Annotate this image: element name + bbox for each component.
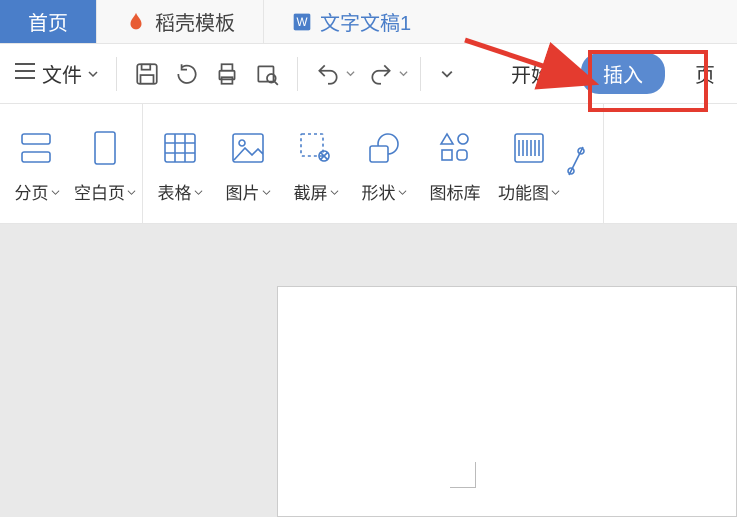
blank-page-label: 空白页	[74, 179, 125, 204]
hamburger-icon	[14, 62, 36, 85]
blank-page-icon	[85, 123, 125, 173]
icon-library-label: 图标库	[430, 179, 481, 204]
page-margin-marker	[450, 462, 476, 488]
ribbon-tab-insert[interactable]: 插入	[581, 53, 665, 94]
smart-art-button[interactable]: 功能图	[495, 108, 563, 219]
ribbon-group-illustrations: 表格 图片 截屏 形状 图标库	[143, 104, 604, 223]
chevron-down-icon	[551, 182, 560, 202]
file-menu-label: 文件	[42, 59, 82, 88]
chevron-down-icon	[51, 182, 60, 202]
document-tab-bar: 首页 稻壳模板 W 文字文稿1	[0, 0, 737, 44]
page-break-button[interactable]: 分页	[6, 108, 68, 219]
smart-art-icon	[509, 123, 549, 173]
screenshot-button[interactable]: 截屏	[285, 108, 347, 219]
shapes-button[interactable]: 形状	[353, 108, 415, 219]
menu-button[interactable]: 文件	[8, 55, 104, 92]
picture-button[interactable]: 图片	[217, 108, 279, 219]
document-canvas[interactable]	[0, 224, 737, 517]
separator	[116, 57, 117, 91]
flame-icon	[125, 11, 147, 33]
tab-home-label: 首页	[28, 7, 68, 36]
svg-text:W: W	[296, 16, 307, 29]
chevron-down-icon	[88, 69, 98, 79]
shapes-icon	[364, 123, 404, 173]
ribbon-tab-partial[interactable]: 页	[689, 55, 715, 92]
print-preview-button[interactable]	[249, 56, 285, 92]
table-icon	[160, 123, 200, 173]
ribbon-insert: 分页 空白页 表格 图片 截屏	[0, 104, 737, 224]
table-label: 表格	[158, 179, 192, 204]
word-doc-icon: W	[292, 12, 312, 32]
icon-library-button[interactable]: 图标库	[421, 108, 489, 219]
separator	[297, 57, 298, 91]
tab-template-label: 稻壳模板	[155, 7, 235, 36]
icon-library-icon	[435, 123, 475, 173]
blank-page-button[interactable]: 空白页	[74, 108, 136, 219]
undo-dropdown[interactable]	[346, 69, 355, 78]
document-page[interactable]	[277, 286, 737, 517]
partial-icon	[563, 136, 603, 186]
screenshot-label: 截屏	[294, 179, 328, 204]
chevron-down-icon	[262, 182, 271, 202]
redo-button[interactable]	[363, 56, 399, 92]
ribbon-tab-start[interactable]: 开始	[505, 55, 557, 92]
chevron-down-icon	[127, 182, 136, 202]
picture-icon	[228, 123, 268, 173]
quick-access-bar: 文件 开始 插入 页	[0, 44, 737, 104]
save-button[interactable]	[129, 56, 165, 92]
screenshot-icon	[296, 123, 336, 173]
quick-access-customize[interactable]	[433, 60, 461, 88]
smart-art-label: 功能图	[498, 179, 549, 204]
page-break-label: 分页	[15, 179, 49, 204]
redo-dropdown[interactable]	[399, 69, 408, 78]
page-break-icon	[17, 123, 57, 173]
chevron-down-icon	[330, 182, 339, 202]
tab-template[interactable]: 稻壳模板	[97, 0, 264, 43]
ribbon-tab-menu: 开始 插入 页	[505, 53, 729, 94]
chevron-down-icon	[194, 182, 203, 202]
table-button[interactable]: 表格	[149, 108, 211, 219]
tab-document-label: 文字文稿1	[320, 7, 411, 36]
chevron-down-icon	[398, 182, 407, 202]
print-button[interactable]	[209, 56, 245, 92]
tab-document[interactable]: W 文字文稿1	[264, 0, 439, 43]
shapes-label: 形状	[362, 179, 396, 204]
partial-button[interactable]	[569, 108, 597, 219]
picture-label: 图片	[226, 179, 260, 204]
tab-home[interactable]: 首页	[0, 0, 97, 43]
undo-button[interactable]	[310, 56, 346, 92]
ribbon-group-pages: 分页 空白页	[0, 104, 143, 223]
export-button[interactable]	[169, 56, 205, 92]
separator	[420, 57, 421, 91]
